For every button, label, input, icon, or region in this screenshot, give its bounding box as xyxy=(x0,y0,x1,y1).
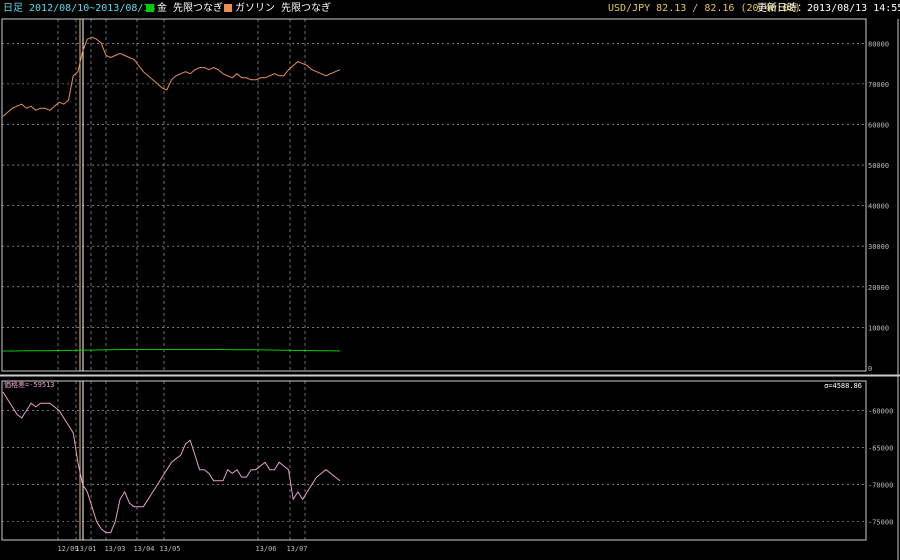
axis-labels: 0 10000 20000 30000 40000 50000 60000 70000 8000… xyxy=(4,40,893,553)
upper-y-tick: 50000 xyxy=(868,162,889,170)
upper-y-tick: 30000 xyxy=(868,243,889,251)
price-diff-title: 価格差=-59513 xyxy=(4,380,55,389)
upper-y-tick: 40000 xyxy=(868,203,889,211)
series-layer xyxy=(2,36,341,534)
chart-canvas: 0 10000 20000 30000 40000 50000 60000 70000 8000… xyxy=(0,18,900,560)
upper-y-tick: 60000 xyxy=(868,121,889,129)
x-tick-label: 13/06 xyxy=(255,545,276,553)
gridlines xyxy=(2,42,866,522)
upper-y-tick: 10000 xyxy=(868,324,889,332)
x-tick-label: 13/07 xyxy=(286,545,307,553)
lower-y-tick: -75000 xyxy=(868,519,893,527)
chart-frame xyxy=(0,18,900,560)
lower-y-tick: -70000 xyxy=(868,482,893,490)
lower-y-tick: -60000 xyxy=(868,408,893,416)
upper-y-tick: 80000 xyxy=(868,40,889,48)
x-tick-label: 13/04 xyxy=(133,545,154,553)
upper-y-tick: 70000 xyxy=(868,81,889,89)
x-tick-label: 13/05 xyxy=(159,545,180,553)
sigma-stat: σ=4588.86 xyxy=(824,382,862,390)
upper-panel-border xyxy=(1,18,867,372)
gold-series-line xyxy=(3,349,341,352)
lower-y-tick: -65000 xyxy=(868,445,893,453)
x-tick-label: 13/03 xyxy=(104,545,125,553)
upper-y-tick: 0 xyxy=(868,365,872,373)
upper-y-tick: 20000 xyxy=(868,284,889,292)
x-tick-label: 13/01 xyxy=(75,545,96,553)
price-diff-series-line xyxy=(2,391,341,534)
date-markers xyxy=(57,19,306,540)
lower-panel-border xyxy=(1,380,867,541)
gasoline-series-line xyxy=(2,36,341,117)
